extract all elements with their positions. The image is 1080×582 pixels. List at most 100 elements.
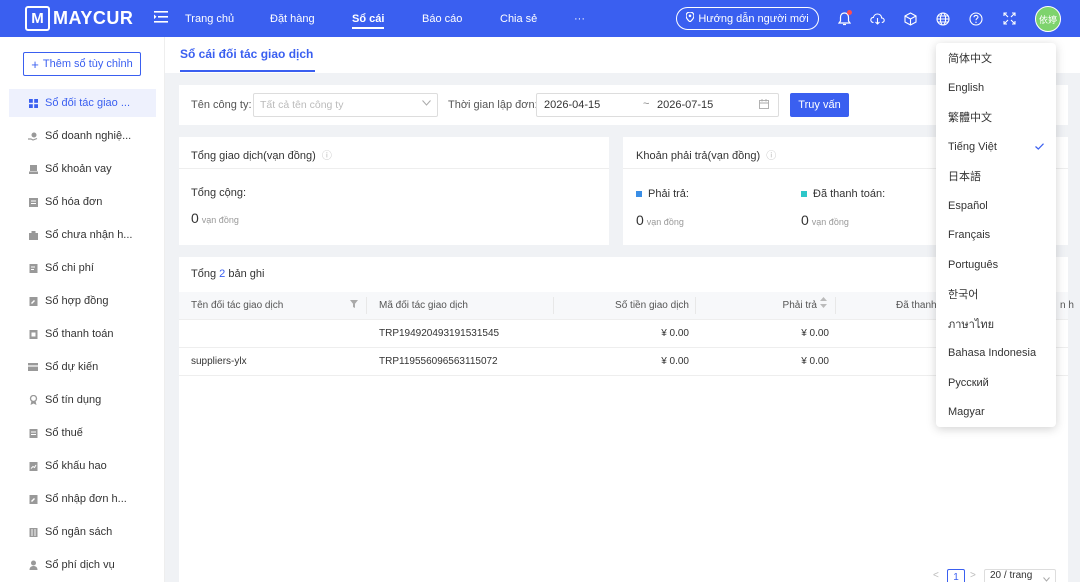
date-from[interactable]: 2026-04-15 bbox=[544, 99, 600, 111]
globe-icon[interactable] bbox=[935, 11, 951, 27]
active-tab-indicator bbox=[180, 70, 315, 72]
sidebar-item-contract-ledger[interactable]: Sổ hợp đồng bbox=[9, 287, 156, 315]
nav-ledger[interactable]: Sổ cái bbox=[352, 0, 385, 37]
sidebar-item-label: Sổ phí dịch vụ bbox=[45, 559, 115, 571]
sidebar-item-label: Sổ khấu hao bbox=[45, 460, 107, 472]
sidebar-item-enterprise-ledger[interactable]: Sổ doanh nghiệ... bbox=[9, 122, 156, 150]
prev-page-button[interactable]: < bbox=[933, 570, 939, 581]
sidebar-item-tax-ledger[interactable]: Sổ thuế bbox=[9, 419, 156, 447]
company-select[interactable]: Tất cả tên công ty bbox=[253, 93, 438, 117]
sidebar-item-label: Sổ khoản vay bbox=[45, 163, 112, 175]
column-transaction-amount[interactable]: Số tiền giao dịch bbox=[596, 300, 689, 311]
nav-share[interactable]: Chia sẻ bbox=[500, 0, 537, 37]
sidebar-item-forecast-ledger[interactable]: Sổ dự kiến bbox=[9, 353, 156, 381]
column-separator bbox=[835, 297, 836, 314]
expense-icon bbox=[28, 263, 38, 273]
sidebar-item-budget-ledger[interactable]: Sổ ngân sách bbox=[9, 518, 156, 546]
sidebar-item-service-fee-ledger[interactable]: Sổ phí dịch vụ bbox=[9, 551, 156, 579]
total-value-number: 0 bbox=[191, 210, 199, 226]
query-button[interactable]: Truy vấn bbox=[790, 93, 849, 117]
fullscreen-icon[interactable] bbox=[1001, 11, 1017, 27]
tab-partner-ledger[interactable]: Sổ cái đối tác giao dịch bbox=[180, 47, 313, 61]
paid-legend-swatch bbox=[801, 191, 807, 198]
sidebar-item-loan-ledger[interactable]: Sổ khoản vay bbox=[9, 155, 156, 183]
lang-option-th[interactable]: ภาษาไทย bbox=[936, 309, 1056, 338]
company-label: Tên công ty: bbox=[191, 99, 252, 111]
menu-toggle-icon[interactable] bbox=[151, 10, 171, 27]
brand-logo[interactable]: M MAYCUR bbox=[25, 6, 145, 31]
lang-option-es[interactable]: Español bbox=[936, 191, 1056, 220]
sidebar-item-order-import-ledger[interactable]: Sổ nhập đơn h... bbox=[9, 485, 156, 513]
lang-option-ru[interactable]: Русский bbox=[936, 368, 1056, 397]
sidebar-item-credit-ledger[interactable]: Sổ tín dụng bbox=[9, 386, 156, 414]
lang-option-en[interactable]: English bbox=[936, 73, 1056, 102]
lang-option-ja[interactable]: 日本語 bbox=[936, 161, 1056, 190]
lang-option-label: Magyar bbox=[948, 405, 985, 418]
lang-option-hu[interactable]: Magyar bbox=[936, 397, 1056, 426]
date-label: Thời gian lập đơn: bbox=[448, 99, 538, 111]
card-divider bbox=[179, 168, 609, 169]
row-divider bbox=[179, 347, 1068, 348]
coin-hand-icon bbox=[28, 131, 38, 141]
cube-icon[interactable] bbox=[902, 11, 918, 27]
lang-option-id[interactable]: Bahasa Indonesia bbox=[936, 338, 1056, 367]
chevron-down-icon bbox=[422, 98, 431, 109]
sidebar-item-partner-ledger[interactable]: Sổ đối tác giao ... bbox=[9, 89, 156, 117]
plus-icon: + bbox=[31, 56, 39, 72]
logo-text: MAYCUR bbox=[53, 8, 134, 28]
paid-label-text: Đã thanh toán: bbox=[813, 188, 886, 200]
payment-icon bbox=[28, 329, 38, 339]
sidebar-item-payment-ledger[interactable]: Sổ thanh toán bbox=[9, 320, 156, 348]
date-range-picker[interactable]: 2026-04-15 ~ 2026-07-15 bbox=[536, 93, 779, 117]
lang-option-label: ภาษาไทย bbox=[948, 318, 995, 331]
new-user-guide-button[interactable]: Hướng dẫn người mới bbox=[676, 7, 819, 30]
cell-partner-code: TRP194920493191531545 bbox=[379, 328, 500, 339]
cloud-download-icon[interactable] bbox=[869, 11, 885, 27]
user-avatar[interactable]: 依婷 bbox=[1035, 6, 1061, 32]
bell-icon[interactable] bbox=[836, 9, 852, 27]
add-custom-ledger-button[interactable]: + Thêm sổ tùy chỉnh bbox=[23, 52, 141, 76]
lang-option-pt[interactable]: Português bbox=[936, 250, 1056, 279]
total-value-unit: vạn đồng bbox=[201, 215, 239, 225]
page-size-value: 20 / trang bbox=[990, 570, 1033, 581]
date-to[interactable]: 2026-07-15 bbox=[657, 99, 713, 111]
nav-more[interactable]: ··· bbox=[574, 0, 585, 37]
next-page-button[interactable]: > bbox=[970, 570, 976, 581]
lang-option-zh-hant[interactable]: 繁體中文 bbox=[936, 102, 1056, 131]
column-partner-code[interactable]: Mã đối tác giao dịch bbox=[379, 300, 468, 311]
lang-option-label: Português bbox=[948, 258, 999, 271]
record-count-number: 2 bbox=[219, 268, 226, 280]
chevron-down-icon bbox=[1043, 574, 1050, 582]
paid-value-number: 0 bbox=[801, 212, 809, 228]
package-icon bbox=[28, 230, 38, 240]
sidebar-item-label: Sổ thuế bbox=[45, 427, 83, 439]
info-icon: ⓘ bbox=[766, 151, 777, 162]
sort-icon[interactable] bbox=[820, 297, 827, 311]
nav-reports[interactable]: Báo cáo bbox=[422, 0, 462, 37]
sidebar-item-unreceived-ledger[interactable]: Sổ chưa nhận h... bbox=[9, 221, 156, 249]
nav-orders[interactable]: Đặt hàng bbox=[270, 0, 315, 37]
help-icon[interactable] bbox=[968, 11, 984, 27]
column-partner-name[interactable]: Tên đối tác giao dịch bbox=[191, 300, 283, 311]
column-payable[interactable]: Phải trả bbox=[760, 300, 817, 311]
column-paid[interactable]: Đã thanh bbox=[896, 300, 937, 311]
lang-option-fr[interactable]: Français bbox=[936, 220, 1056, 249]
lang-option-vi[interactable]: Tiếng Việt bbox=[936, 132, 1056, 161]
cell-transaction-amount: ¥ 0.00 bbox=[661, 356, 689, 367]
page-size-select[interactable]: 20 / trang bbox=[984, 569, 1056, 582]
guide-label: Hướng dẫn người mới bbox=[698, 12, 809, 25]
paid-label: Đã thanh toán: bbox=[801, 188, 885, 200]
sidebar-item-depreciation-ledger[interactable]: Sổ khấu hao bbox=[9, 452, 156, 480]
calendar-icon bbox=[759, 99, 769, 112]
sidebar-item-expense-ledger[interactable]: Sổ chi phí bbox=[9, 254, 156, 282]
loan-icon bbox=[28, 164, 38, 174]
sidebar-item-label: Sổ đối tác giao ... bbox=[45, 97, 130, 109]
filter-icon[interactable] bbox=[350, 300, 358, 311]
payable-label: Phải trả: bbox=[636, 188, 689, 200]
page-number-current[interactable]: 1 bbox=[947, 569, 965, 582]
lang-option-ko[interactable]: 한국어 bbox=[936, 279, 1056, 308]
lang-option-zh-hans[interactable]: 简体中文 bbox=[936, 43, 1056, 72]
nav-home[interactable]: Trang chủ bbox=[185, 0, 234, 37]
record-count-prefix: Tổng bbox=[191, 268, 217, 280]
sidebar-item-invoice-ledger[interactable]: Sổ hóa đơn bbox=[9, 188, 156, 216]
